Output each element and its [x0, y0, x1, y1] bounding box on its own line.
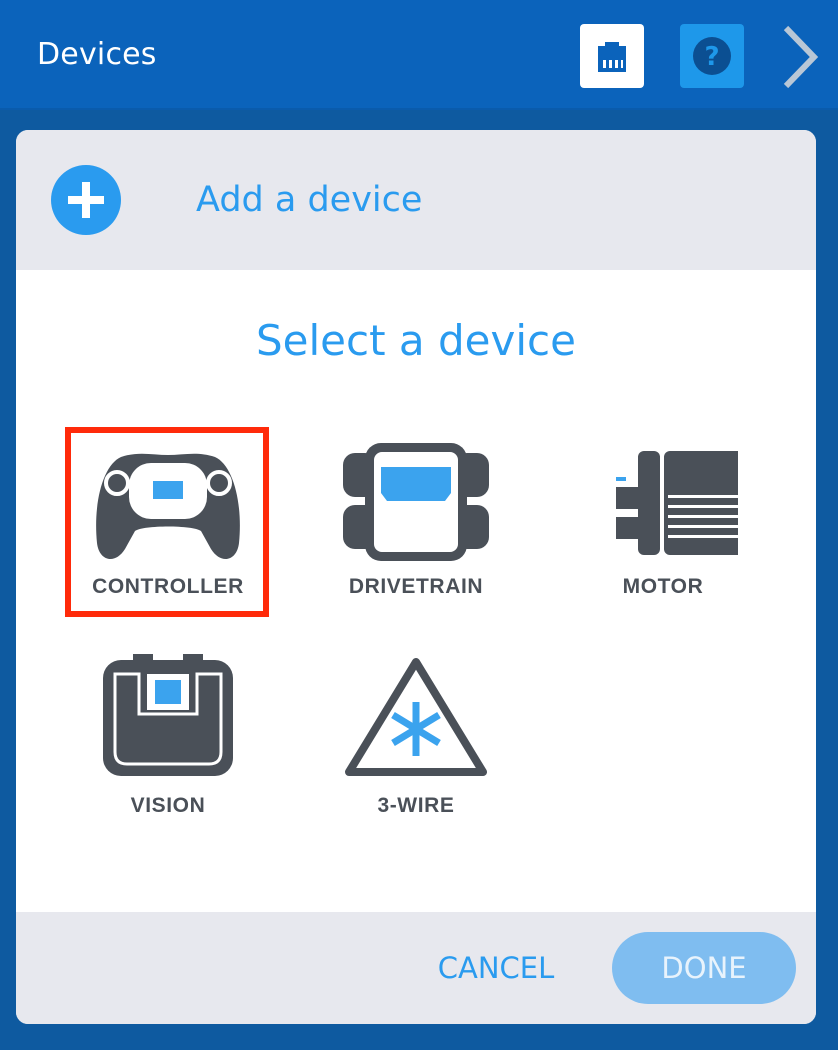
svg-text:?: ?	[704, 42, 719, 72]
page-title: Devices	[37, 37, 157, 72]
ports-icon	[598, 42, 626, 72]
device-label: VISION	[130, 794, 206, 817]
chevron-right-icon[interactable]	[778, 24, 822, 90]
done-button[interactable]: DONE	[612, 932, 796, 1004]
drivetrain-icon	[343, 443, 489, 561]
selection-highlight	[65, 427, 269, 617]
plus-circle-icon	[51, 165, 121, 235]
dialog-footer: CANCEL DONE	[16, 912, 816, 1024]
device-label: DRIVETRAIN	[348, 575, 484, 598]
motor-icon	[616, 451, 738, 555]
help-button[interactable]: ?	[680, 24, 744, 88]
device-label: MOTOR	[622, 575, 704, 598]
top-bar: Devices ?	[0, 0, 838, 110]
device-label: 3-WIRE	[377, 794, 455, 817]
add-device-dialog: Add a device Select a device CONTROLLER …	[16, 130, 816, 1024]
select-device-title: Select a device	[256, 316, 576, 365]
add-device-label: Add a device	[196, 180, 423, 220]
device-vision[interactable]: VISION	[73, 652, 263, 832]
cancel-button[interactable]: CANCEL	[426, 946, 566, 990]
help-icon: ?	[693, 37, 731, 75]
device-motor[interactable]: MOTOR	[568, 435, 758, 615]
ports-button[interactable]	[580, 24, 644, 88]
device-drivetrain[interactable]: DRIVETRAIN	[321, 435, 511, 615]
vision-sensor-icon	[103, 654, 233, 776]
three-wire-icon	[345, 658, 487, 776]
add-device-row[interactable]: Add a device	[16, 130, 816, 270]
device-3-wire[interactable]: 3-WIRE	[321, 652, 511, 832]
